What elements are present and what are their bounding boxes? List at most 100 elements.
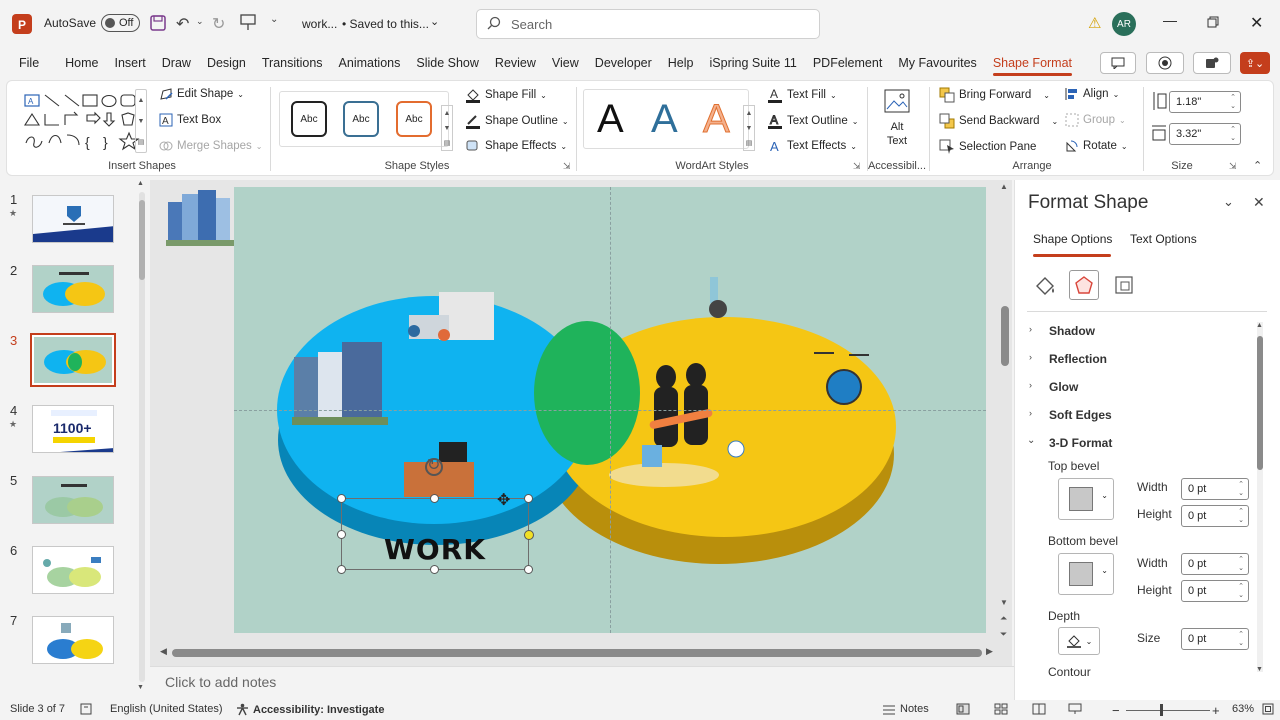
section-reflection[interactable]: Reflection bbox=[1049, 352, 1107, 366]
size-properties-icon[interactable] bbox=[1113, 274, 1135, 299]
fill-line-icon[interactable] bbox=[1033, 274, 1057, 301]
tab-my-favourites[interactable]: My Favourites bbox=[890, 48, 985, 78]
merge-shapes-button[interactable]: Merge Shapes ⌄ bbox=[159, 139, 263, 153]
resize-handle[interactable] bbox=[337, 494, 346, 503]
autosave-toggle[interactable]: Off bbox=[101, 14, 141, 32]
shapes-gallery-scroll[interactable]: ▲ ▼ ▤ bbox=[135, 89, 147, 153]
zoom-level[interactable]: 63% bbox=[1232, 703, 1254, 715]
wordart-scroll[interactable]: ▲ ▼ ▤ bbox=[743, 105, 755, 151]
scroll-down-icon[interactable]: ▼ bbox=[137, 684, 144, 691]
normal-view-icon[interactable] bbox=[956, 703, 970, 715]
wordart-style-orange[interactable]: A bbox=[703, 99, 731, 140]
reading-view-icon[interactable] bbox=[1032, 703, 1046, 715]
record-button[interactable] bbox=[1146, 52, 1184, 74]
tab-developer[interactable]: Developer bbox=[587, 48, 660, 78]
bring-forward-button[interactable]: Bring Forward ⌄ bbox=[939, 87, 1050, 103]
shapes-gallery[interactable]: A { } bbox=[19, 91, 147, 153]
avatar[interactable]: AR bbox=[1112, 12, 1136, 36]
undo-dropdown-icon[interactable]: ⌄ bbox=[196, 16, 204, 27]
depth-size-input[interactable]: 0 pt bbox=[1181, 628, 1249, 650]
shape-styles-launcher-icon[interactable]: ⇲ bbox=[563, 161, 571, 172]
tab-animations[interactable]: Animations bbox=[331, 48, 409, 78]
next-slide-icon[interactable]: ⏷ bbox=[1000, 630, 1007, 639]
document-name[interactable]: work... bbox=[302, 17, 337, 31]
section-glow[interactable]: Glow bbox=[1049, 380, 1078, 394]
bottom-bevel-dropdown[interactable]: ⌄ bbox=[1058, 553, 1114, 595]
scroll-up-icon[interactable]: ▲ bbox=[1000, 182, 1008, 191]
top-bevel-height-input[interactable]: 0 pt bbox=[1181, 505, 1249, 527]
tab-pdfelement[interactable]: PDFelement bbox=[805, 48, 890, 78]
warning-icon[interactable]: ⚠ bbox=[1088, 14, 1101, 32]
wordart-style-black[interactable]: A bbox=[597, 99, 624, 139]
shape-height-input[interactable]: 1.18" bbox=[1169, 91, 1241, 113]
resize-handle[interactable] bbox=[430, 565, 439, 574]
tab-slide-show[interactable]: Slide Show bbox=[408, 48, 487, 78]
language-indicator[interactable]: English (United States) bbox=[110, 703, 223, 715]
text-fill-button[interactable]: A Text Fill ⌄ bbox=[767, 87, 837, 103]
slide-sorter-icon[interactable] bbox=[994, 703, 1008, 715]
slide-thumbnail-3[interactable] bbox=[30, 333, 116, 387]
close-icon[interactable]: ✕ bbox=[1250, 13, 1263, 33]
saved-status[interactable]: • Saved to this... bbox=[342, 17, 429, 31]
size-launcher-icon[interactable]: ⇲ bbox=[1229, 161, 1237, 172]
scroll-down-icon[interactable]: ▼ bbox=[1000, 598, 1008, 607]
selection-pane-button[interactable]: Selection Pane bbox=[939, 139, 1036, 155]
section-3d-format[interactable]: 3-D Format bbox=[1049, 436, 1112, 450]
minimize-icon[interactable]: — bbox=[1163, 12, 1177, 28]
notes-area[interactable]: Click to add notes bbox=[150, 666, 1014, 696]
tab-file[interactable]: File bbox=[11, 48, 47, 78]
top-bevel-width-input[interactable]: 0 pt bbox=[1181, 478, 1249, 500]
slide-thumbnail-1[interactable] bbox=[32, 195, 114, 243]
alt-text-button[interactable]: Alt Text bbox=[875, 87, 919, 153]
tab-review[interactable]: Review bbox=[487, 48, 544, 78]
resize-handle[interactable] bbox=[524, 494, 533, 503]
tab-text-options[interactable]: Text Options bbox=[1130, 232, 1197, 246]
building-clipart[interactable] bbox=[166, 188, 234, 248]
tab-design[interactable]: Design bbox=[199, 48, 254, 78]
canvas-vertical-scroll-thumb[interactable] bbox=[1001, 306, 1009, 366]
thumbnail-scroll-thumb[interactable] bbox=[139, 200, 145, 280]
shape-style-black[interactable]: Abc bbox=[291, 101, 327, 137]
present-icon[interactable] bbox=[240, 13, 256, 31]
zoom-slider-track[interactable] bbox=[1126, 710, 1210, 711]
bottom-bevel-height-input[interactable]: 0 pt bbox=[1181, 580, 1249, 602]
scroll-down-icon[interactable]: ▼ bbox=[1256, 666, 1263, 673]
tab-ispring[interactable]: iSpring Suite 11 bbox=[702, 48, 805, 78]
group-button[interactable]: Group ⌄ bbox=[1065, 113, 1126, 127]
tab-shape-format[interactable]: Shape Format bbox=[985, 48, 1080, 78]
pane-close-icon[interactable]: ✕ bbox=[1253, 194, 1265, 211]
notes-button[interactable]: Notes bbox=[882, 703, 929, 715]
overlap-region[interactable] bbox=[534, 321, 640, 465]
spelling-icon[interactable] bbox=[80, 703, 94, 715]
teams-button[interactable] bbox=[1193, 52, 1231, 74]
search-box[interactable]: Search bbox=[476, 9, 820, 39]
redo-icon[interactable]: ↻ bbox=[212, 14, 225, 34]
zoom-slider-thumb[interactable] bbox=[1160, 704, 1163, 716]
shape-effects-button[interactable]: Shape Effects ⌄ bbox=[465, 139, 567, 153]
tab-draw[interactable]: Draw bbox=[154, 48, 199, 78]
canvas-horizontal-scroll-thumb[interactable] bbox=[172, 649, 982, 657]
share-button[interactable]: ⇪⌄ bbox=[1240, 52, 1270, 74]
previous-slide-icon[interactable]: ⏶ bbox=[1000, 614, 1007, 623]
slide-counter[interactable]: Slide 3 of 7 bbox=[10, 703, 65, 715]
zoom-out-icon[interactable]: − bbox=[1112, 703, 1120, 718]
scroll-right-icon[interactable]: ▶ bbox=[986, 646, 993, 657]
comments-button[interactable] bbox=[1100, 52, 1136, 74]
slide-thumbnail-5[interactable] bbox=[32, 476, 114, 524]
restore-icon[interactable] bbox=[1207, 16, 1219, 28]
resize-handle[interactable] bbox=[337, 565, 346, 574]
resize-handle[interactable] bbox=[524, 565, 533, 574]
scroll-left-icon[interactable]: ◀ bbox=[160, 646, 167, 657]
tab-help[interactable]: Help bbox=[660, 48, 702, 78]
scroll-up-icon[interactable]: ▲ bbox=[137, 180, 144, 187]
resize-handle[interactable] bbox=[337, 530, 346, 539]
slide-thumbnail-6[interactable] bbox=[32, 546, 114, 594]
edit-shape-button[interactable]: Edit Shape ⌄ bbox=[159, 87, 244, 101]
pane-options-chevron-icon[interactable]: ⌄ bbox=[1223, 194, 1234, 210]
align-button[interactable]: Align ⌄ bbox=[1065, 87, 1119, 101]
send-backward-button[interactable]: Send Backward ⌄ bbox=[939, 113, 1058, 129]
tab-transitions[interactable]: Transitions bbox=[254, 48, 331, 78]
wordart-launcher-icon[interactable]: ⇲ bbox=[853, 161, 861, 172]
slide[interactable]: WORK ↻ ✥ bbox=[234, 187, 986, 633]
slide-thumbnail-2[interactable] bbox=[32, 265, 114, 313]
